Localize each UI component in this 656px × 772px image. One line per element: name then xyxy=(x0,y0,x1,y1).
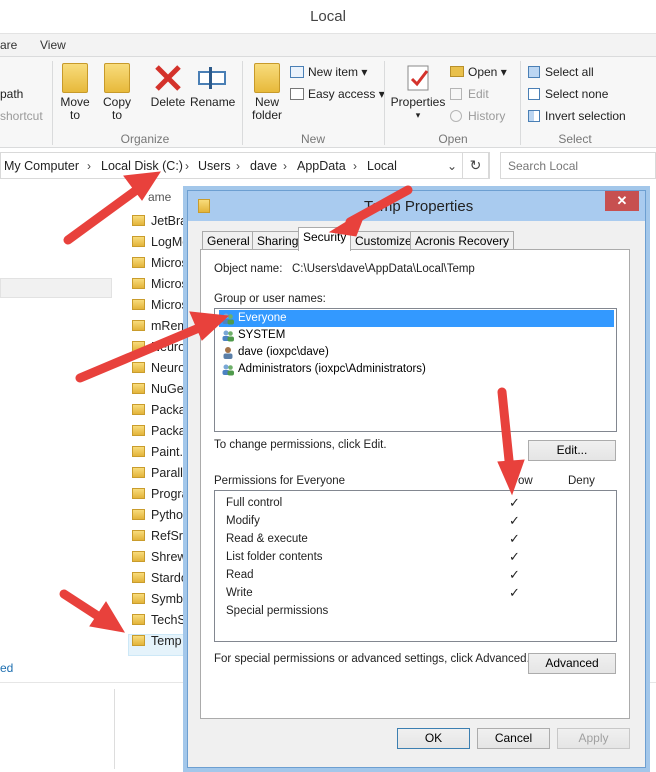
arrow-to-security-tab-icon xyxy=(328,208,367,237)
arrow-to-allow-column-icon xyxy=(497,459,525,496)
arrow-to-everyone-icon xyxy=(189,311,230,341)
arrow-to-allow-column-icon xyxy=(497,387,515,475)
annotation-arrows xyxy=(59,171,525,633)
arrow-to-everyone-icon xyxy=(75,320,211,383)
arrow-to-local-disk-icon xyxy=(63,181,147,245)
